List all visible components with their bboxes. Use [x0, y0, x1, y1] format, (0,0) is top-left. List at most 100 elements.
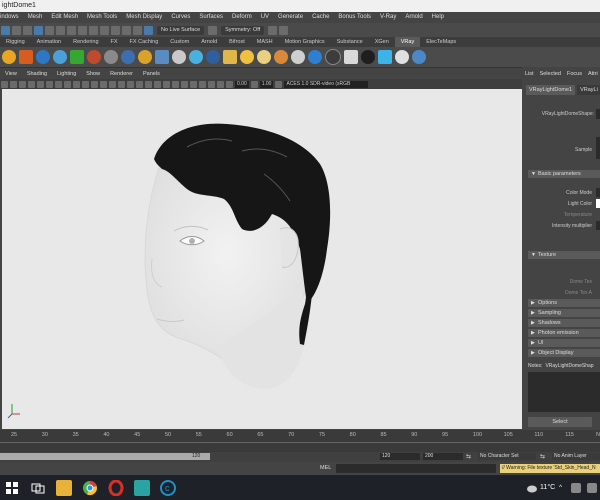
menu-item[interactable]: Mesh Display [126, 12, 162, 23]
shelf-tab[interactable]: ElecTeMaps [420, 37, 462, 47]
section-basic-parameters[interactable]: ▼ Basic parameters [528, 170, 600, 178]
shelf-tab[interactable]: Rendering [67, 37, 104, 47]
color-management-icon[interactable] [275, 80, 283, 88]
color-mode-dropdown[interactable] [596, 188, 600, 197]
vray-ipr-icon[interactable] [18, 50, 33, 64]
vray-help-icon[interactable] [411, 50, 426, 64]
section-options[interactable]: ▶ Options [528, 299, 600, 307]
vray-fur-preview-icon[interactable] [273, 50, 288, 64]
camera-icon[interactable] [1, 80, 8, 88]
wireframe-icon[interactable] [100, 80, 107, 88]
vray-material-icon[interactable] [52, 50, 67, 64]
vray-blend-mtl-icon[interactable] [86, 50, 101, 64]
snap-point-icon[interactable] [56, 25, 65, 35]
file-explorer-icon[interactable] [56, 479, 72, 496]
paint-select-icon[interactable] [23, 25, 32, 35]
shelf-tab[interactable]: Arnold [195, 37, 223, 47]
intensity-field[interactable] [596, 221, 600, 230]
shelf-tab[interactable]: Animation [31, 37, 67, 47]
section-texture[interactable]: ▼ Texture [528, 251, 600, 259]
vray-mesh-light-icon[interactable] [171, 50, 186, 64]
vray-proxy-icon[interactable] [103, 50, 118, 64]
vray-env-fog-icon[interactable] [307, 50, 322, 64]
shelf-tab[interactable]: MASH [251, 37, 279, 47]
vray-render-icon[interactable] [1, 50, 16, 64]
render-frame-icon[interactable] [100, 25, 109, 35]
section-ui[interactable]: ▶ UI [528, 339, 600, 347]
wireframe-on-shaded-icon[interactable] [118, 80, 125, 88]
viewport-menu-item[interactable]: Show [86, 70, 100, 79]
safe-action-icon[interactable] [82, 80, 89, 88]
vray-rect-light-icon[interactable] [137, 50, 152, 64]
shelf-tab[interactable]: Rigging [0, 37, 31, 47]
3d-viewport[interactable] [2, 89, 522, 429]
menu-item[interactable]: Mesh [28, 12, 43, 23]
vray-scene-icon[interactable] [360, 50, 375, 64]
attribute-editor-menu-item[interactable]: List [525, 67, 534, 81]
select-tool-icon[interactable] [1, 25, 10, 35]
vray-cloud-icon[interactable] [377, 50, 392, 64]
attribute-editor-menu-item[interactable]: Focus [567, 67, 582, 81]
shelf-tab[interactable]: Substance [331, 37, 369, 47]
section-object-display[interactable]: ▶ Object Display [528, 349, 600, 357]
hypershade-icon[interactable] [133, 25, 142, 35]
gamma-icon[interactable] [250, 80, 258, 88]
anim-layer-dropdown[interactable]: No Anim Layer [552, 453, 600, 460]
gamma-field[interactable]: 1.00 [259, 80, 274, 88]
backface-culling-icon[interactable] [217, 80, 224, 88]
attribute-editor-menu-item[interactable]: Attri [588, 67, 598, 81]
task-view-icon[interactable] [30, 480, 46, 496]
snap-curve-icon[interactable] [45, 25, 54, 35]
field-chart-icon[interactable] [73, 80, 80, 88]
lights-icon[interactable] [136, 80, 143, 88]
camera-attributes-icon[interactable] [10, 80, 17, 88]
range-end-field[interactable]: 200 [423, 453, 463, 460]
live-surface-field[interactable]: No Live Surface [157, 25, 205, 35]
view-transform-dropdown[interactable]: ACES 1.0 SDR-video (sRGB [284, 80, 369, 88]
menu-item[interactable]: Edit Mesh [51, 12, 78, 23]
chrome-icon[interactable] [82, 480, 98, 496]
vray-sun-icon[interactable] [222, 50, 237, 64]
range-start-field[interactable]: 120 [380, 453, 420, 460]
vray-frame-buffer-icon[interactable] [35, 50, 50, 64]
soft-select-icon[interactable] [279, 25, 289, 35]
range-slider[interactable] [0, 453, 210, 460]
ipr-render-icon[interactable] [111, 25, 120, 35]
resolution-gate-icon[interactable] [55, 80, 62, 88]
section-photon-emission[interactable]: ▶ Photon emission [528, 329, 600, 337]
shape-name-field[interactable] [596, 109, 600, 119]
snap-grid-icon[interactable] [34, 25, 43, 35]
volume-icon[interactable] [587, 482, 597, 493]
viewport-menu-item[interactable]: Panels [143, 70, 160, 79]
menu-item[interactable]: Bonus Tools [338, 12, 371, 23]
sculpt-icon[interactable] [268, 25, 278, 35]
image-plane-icon[interactable] [28, 80, 35, 88]
magnet-icon[interactable] [144, 25, 153, 35]
textured-icon[interactable] [127, 80, 134, 88]
attribute-editor-menu-item[interactable]: Selected [540, 67, 561, 81]
viewport-menu-item[interactable]: Lighting [57, 70, 76, 79]
shelf-tab[interactable]: VRay [394, 37, 421, 47]
section-sampling[interactable]: ▶ Sampling [528, 309, 600, 317]
light-color-swatch[interactable] [596, 199, 600, 208]
opera-icon[interactable] [108, 479, 124, 496]
command-warning[interactable]: // Warning: File texture 'Std_Skin_Head_… [500, 464, 600, 473]
tray-chevron-icon[interactable]: ^ [559, 485, 562, 491]
notes-textarea[interactable] [528, 372, 600, 412]
xray-joints-icon[interactable] [208, 80, 215, 88]
motion-blur-icon[interactable] [163, 80, 170, 88]
film-gate-icon[interactable] [46, 80, 53, 88]
menu-item[interactable]: Generate [278, 12, 303, 23]
windows-start-icon[interactable] [4, 480, 20, 496]
maya-icon[interactable] [134, 479, 150, 496]
snap-view-icon[interactable] [67, 25, 76, 35]
exposure-field[interactable]: 0.00 [235, 80, 249, 88]
viewport-menu-item[interactable]: Renderer [110, 70, 133, 79]
menu-item[interactable]: indows [0, 12, 19, 23]
menu-item[interactable]: V-Ray [380, 12, 396, 23]
network-icon[interactable] [571, 482, 581, 493]
xray-icon[interactable] [199, 80, 206, 88]
bookmark-icon[interactable] [19, 80, 26, 88]
shelf-tab[interactable]: Motion Graphics [279, 37, 331, 47]
ambient-occlusion-icon[interactable] [154, 80, 161, 88]
